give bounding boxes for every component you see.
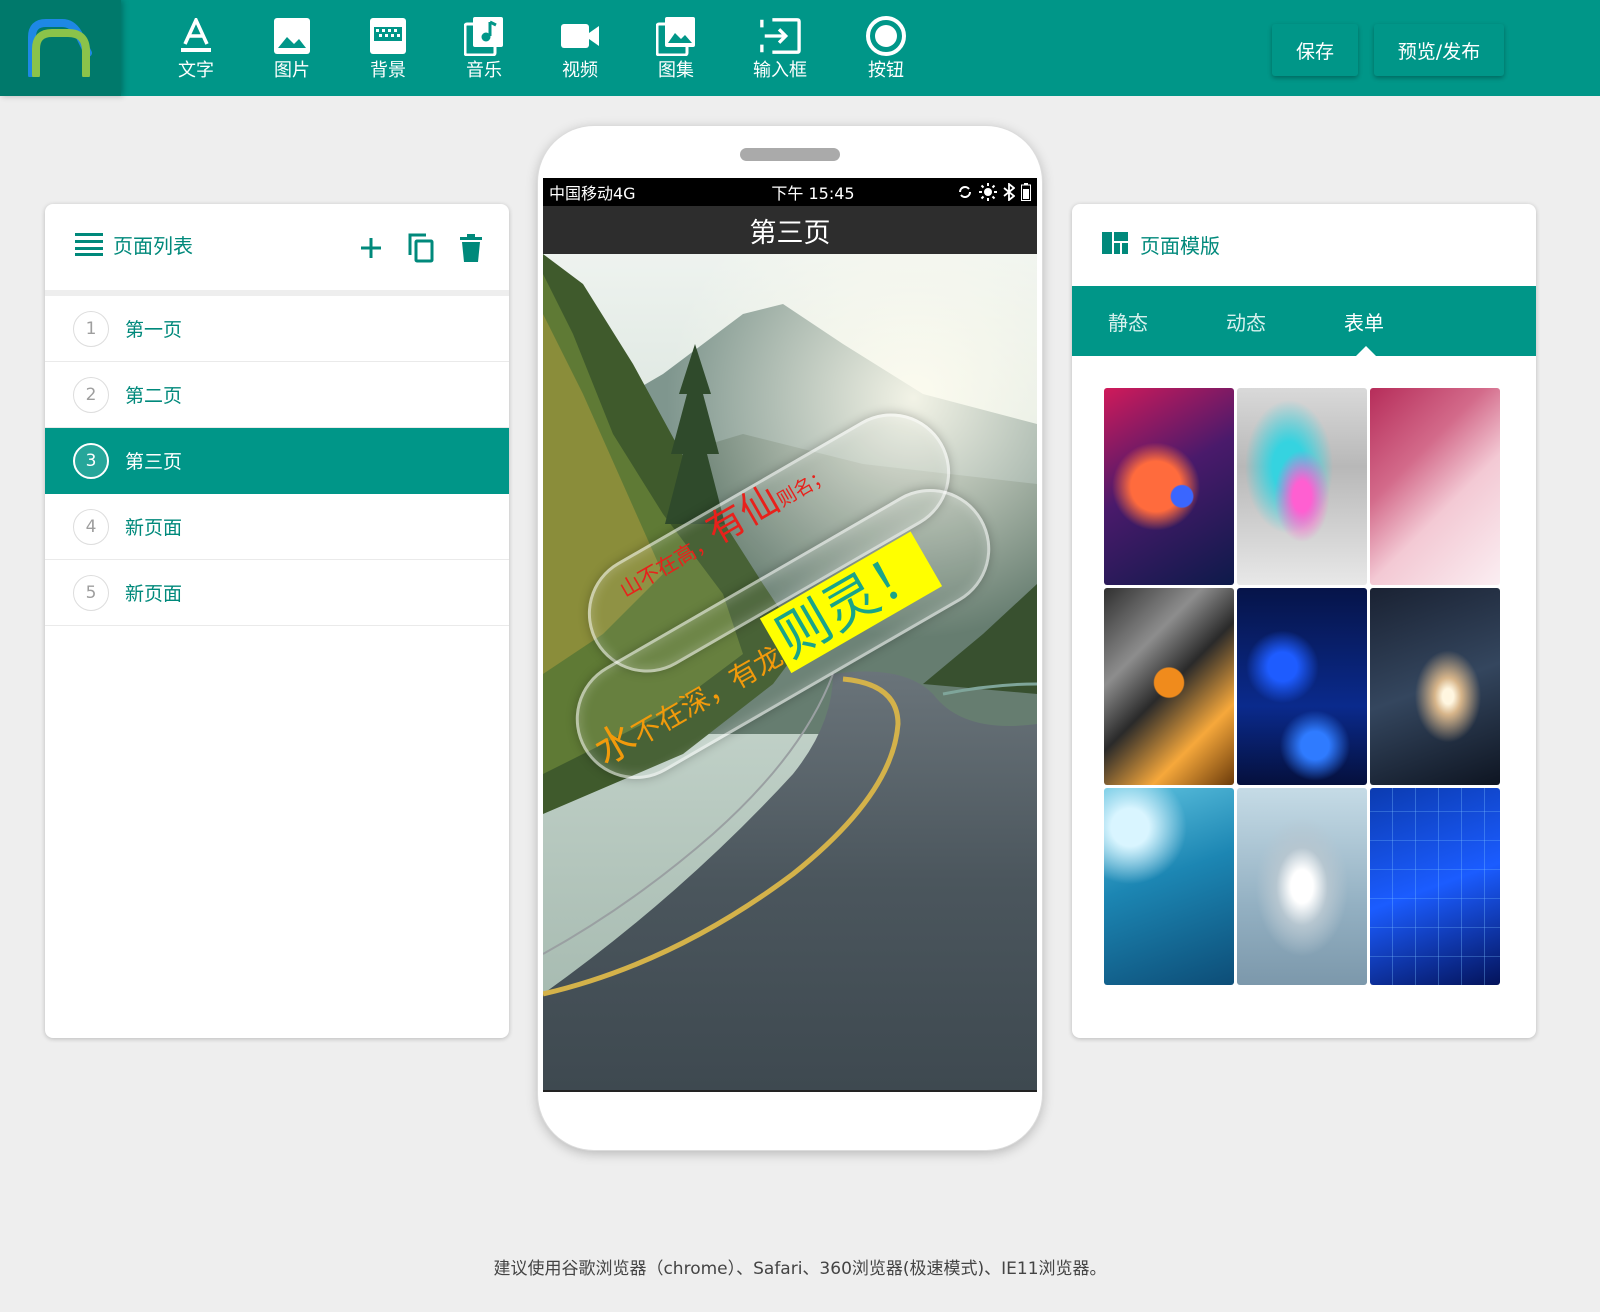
text-icon [175,14,217,58]
template-thumbnail[interactable] [1104,588,1234,785]
template-thumbnail[interactable] [1370,588,1500,785]
tool-background-label: 背景 [370,60,406,81]
tool-image-label: 图片 [274,60,310,81]
tab-form[interactable]: 表单 [1344,286,1462,356]
page-number-badge: 3 [73,442,109,479]
page-item-label: 新页面 [125,517,183,539]
template-thumbnail[interactable] [1104,388,1234,585]
tool-music-label: 音乐 [466,60,502,81]
tool-video-label: 视频 [562,60,598,81]
list-icon [75,232,103,260]
preview-publish-button[interactable]: 预览/发布 [1374,24,1504,76]
template-tabs: 静态 动态 表单 [1072,286,1536,356]
phone-speaker [740,148,840,161]
tool-image[interactable]: 图片 [252,14,332,88]
delete-page-icon[interactable] [457,232,485,264]
template-thumbnail[interactable] [1237,388,1367,585]
phone-page-title: 第三页 [543,206,1037,254]
battery-icon [1021,183,1031,201]
dashboard-icon [1102,232,1128,258]
template-thumbnail[interactable] [1370,788,1500,985]
music-icon [463,14,505,58]
template-thumbnail[interactable] [1237,788,1367,985]
brightness-icon [979,183,997,201]
phone-status-bar: 中国移动4G 下午 15:45 [543,178,1037,206]
page-number-badge: 2 [73,376,109,413]
page-item-label: 第二页 [125,385,183,407]
page-number-badge: 5 [73,574,109,611]
tool-gallery-label: 图集 [658,60,694,81]
tool-button[interactable]: 按钮 [846,14,926,88]
top-toolbar: 文字 图片 背景 音乐 视频 图集 输入框 按钮 保存 预览/发布 [0,0,1600,96]
status-icons [957,183,1031,201]
tool-gallery[interactable]: 图集 [636,14,716,88]
tab-dynamic[interactable]: 动态 [1226,286,1344,356]
add-page-icon[interactable] [357,232,385,264]
tool-input-box-label: 输入框 [753,60,807,81]
page-item-5[interactable]: 5 新页面 [45,560,509,626]
tool-music[interactable]: 音乐 [444,14,524,88]
tool-input-box[interactable]: 输入框 [740,14,820,88]
status-time: 下午 15:45 [771,184,855,203]
phone-screen[interactable]: 中国移动4G 下午 15:45 第三页 山不在高，有仙则名； 水不在深，有龙则灵… [543,178,1037,1092]
page-list-actions [357,232,485,264]
tool-background[interactable]: 背景 [348,14,428,88]
browser-recommendation: 建议使用谷歌浏览器（chrome）、Safari、360浏览器(极速模式)、IE… [493,1259,1107,1279]
page-number-badge: 4 [73,508,109,545]
page-item-label: 第一页 [125,319,183,341]
input-box-icon [759,14,801,58]
template-thumbnail[interactable] [1237,588,1367,785]
copy-page-icon[interactable] [407,232,435,264]
page-list-title: 页面列表 [113,234,193,258]
carrier-text: 中国移动4G [549,184,636,203]
page-item-2[interactable]: 2 第二页 [45,362,509,428]
page-item-1[interactable]: 1 第一页 [45,296,509,362]
logo-icon [27,19,92,77]
button-icon [865,14,907,58]
page-background-image: 山不在高，有仙则名； 水不在深，有龙则灵！ [543,254,1037,1090]
page-number-badge: 1 [73,310,109,347]
tool-video[interactable]: 视频 [540,14,620,88]
sync-icon [959,186,971,198]
gallery-icon [655,14,697,58]
tab-static[interactable]: 静态 [1108,286,1226,356]
bluetooth-icon [1003,183,1015,201]
image-icon [271,14,313,58]
template-thumbnail-grid [1104,388,1500,985]
tool-button-label: 按钮 [868,60,904,81]
app-logo[interactable] [0,0,121,96]
page-template-panel: 页面模版 静态 动态 表单 [1072,204,1536,1038]
template-thumbnail[interactable] [1104,788,1234,985]
page-list-panel: 页面列表 1 第一页 2 第二页 3 第三页 4 新页面 5 新页面 [45,204,509,1038]
page-item-4[interactable]: 4 新页面 [45,494,509,560]
page-list: 1 第一页 2 第二页 3 第三页 4 新页面 5 新页面 [45,296,509,626]
phone-preview: 中国移动4G 下午 15:45 第三页 山不在高，有仙则名； 水不在深，有龙则灵… [538,126,1042,1150]
page-item-label: 新页面 [125,583,183,605]
page-template-title: 页面模版 [1140,234,1220,258]
tool-text[interactable]: 文字 [156,14,236,88]
page-item-3[interactable]: 3 第三页 [45,428,509,494]
page-item-label: 第三页 [125,451,183,473]
video-icon [559,14,601,58]
save-button[interactable]: 保存 [1272,24,1358,76]
background-icon [367,14,409,58]
tool-text-label: 文字 [178,60,214,81]
template-thumbnail[interactable] [1370,388,1500,585]
